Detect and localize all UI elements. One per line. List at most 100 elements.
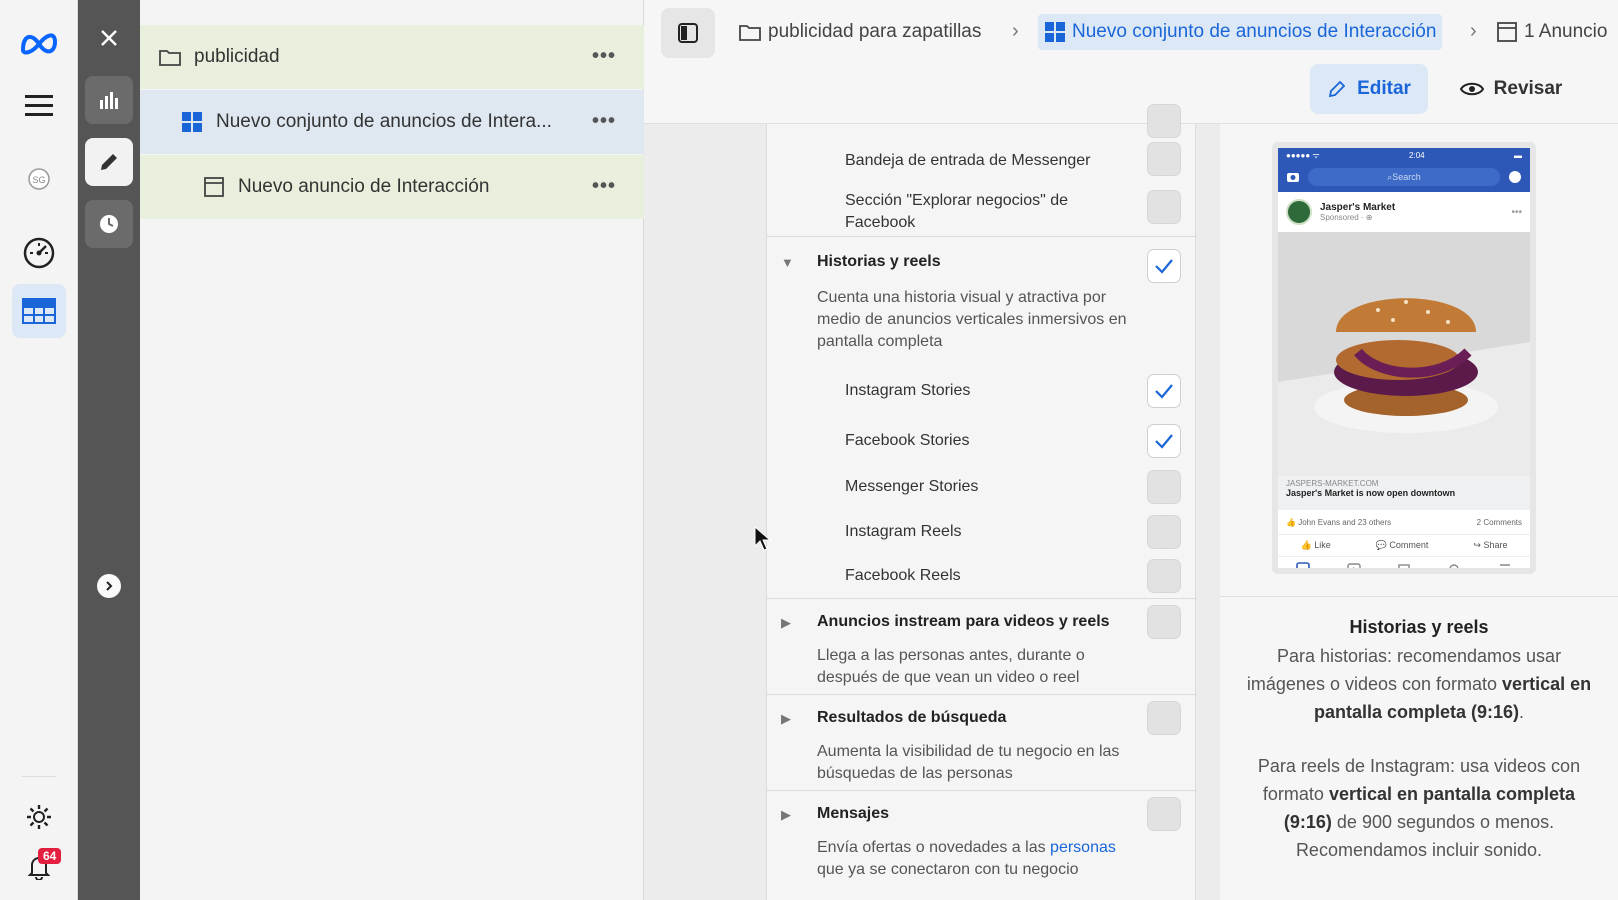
section-title: Anuncios instream para videos y reels	[817, 613, 1110, 630]
chevron-right-icon: ›	[1012, 20, 1019, 42]
svg-text:SG: SG	[32, 175, 45, 185]
breadcrumb-campaign[interactable]: publicidad para zapatillas	[738, 14, 981, 50]
checkmark-icon	[1155, 259, 1173, 274]
edit-pencil-icon[interactable]	[85, 138, 133, 186]
tree-item-label: publicidad	[194, 46, 280, 67]
sponsored-label: Sponsored · ⊕	[1320, 213, 1373, 222]
phone-nav-bar	[1278, 556, 1530, 568]
left-rail: SG 64	[0, 0, 78, 900]
share-label: Share	[1483, 540, 1508, 550]
breadcrumb-label: 1 Anuncio	[1524, 21, 1608, 42]
expand-panel-chevron-icon[interactable]	[97, 574, 121, 598]
phone-search-field: ⌕ Search	[1308, 168, 1500, 186]
ad-url: JASPERS-MARKET.COM	[1286, 479, 1379, 488]
mouse-cursor-icon	[754, 526, 772, 551]
account-avatar-icon[interactable]: SG	[12, 152, 66, 206]
comment-action: 💬 Comment	[1375, 540, 1429, 550]
history-clock-icon[interactable]	[85, 200, 133, 248]
tree-item-label: Nuevo anuncio de Interacción	[238, 176, 490, 197]
ads-manager-table-icon[interactable]	[12, 284, 66, 338]
tree-item-ad[interactable]: Nuevo anuncio de Interacción •••	[140, 155, 644, 219]
section-checkbox[interactable]	[1147, 605, 1181, 639]
edit-button[interactable]: Editar	[1310, 64, 1428, 114]
section-title: Resultados de búsqueda	[817, 709, 1007, 726]
sidebar-toggle-icon	[678, 23, 698, 43]
page-logo	[1286, 199, 1312, 225]
expand-triangle-icon[interactable]: ▶	[781, 615, 791, 631]
more-options-icon[interactable]: •••	[592, 175, 616, 198]
notification-count-badge: 64	[38, 848, 62, 864]
personas-link[interactable]: personas	[1050, 839, 1116, 856]
preview-title: Historias y reels	[1220, 596, 1618, 638]
section-description: Llega a las personas antes, durante o de…	[817, 647, 1085, 686]
section-title: Historias y reels	[817, 253, 941, 270]
section-instream: ▶ Anuncios instream para videos y reels …	[767, 598, 1197, 694]
signal-dots: ●●●●● ᯤ	[1286, 150, 1320, 160]
section-title: Mensajes	[817, 805, 890, 822]
phone-search-text: Search	[1392, 172, 1421, 182]
reactions-text: 👍 John Evans and 23 others	[1286, 517, 1392, 527]
close-icon[interactable]	[85, 14, 133, 62]
post-header: Jasper's Market Sponsored · ⊕ •••	[1278, 192, 1530, 232]
checkbox[interactable]	[1147, 190, 1181, 224]
post-actions: 👍 Like 💬 Comment ↪ Share	[1278, 534, 1530, 556]
phone-status-bar: ●●●●● ᯤ 2:04 ▬	[1278, 148, 1530, 162]
toggle-panel-button[interactable]	[661, 8, 715, 58]
settings-gear-icon[interactable]	[12, 790, 66, 844]
share-action: ↪ Share	[1473, 540, 1508, 550]
menu-icon[interactable]	[12, 78, 66, 132]
placement-label: Messenger Stories	[845, 478, 979, 495]
pencil-icon	[1328, 80, 1346, 98]
desc-text: Envía ofertas o novedades a las	[817, 839, 1046, 856]
section-checkbox[interactable]	[1147, 701, 1181, 735]
expand-triangle-icon[interactable]: ▶	[781, 807, 791, 823]
chart-bars-icon[interactable]	[85, 76, 133, 124]
collapse-triangle-icon[interactable]: ▼	[781, 255, 794, 270]
placement-label: Sección "Explorar negocios" de Facebook	[845, 192, 1069, 231]
checkbox[interactable]	[1147, 515, 1181, 549]
placement-label: Facebook Reels	[845, 567, 961, 584]
section-checkbox[interactable]	[1147, 797, 1181, 831]
expand-triangle-icon[interactable]: ▶	[781, 711, 791, 727]
review-button[interactable]: Revisar	[1452, 64, 1570, 114]
breadcrumb-adset[interactable]: Nuevo conjunto de anuncios de Interacció…	[1038, 14, 1443, 50]
placement-label: Facebook Stories	[845, 432, 970, 449]
checkbox[interactable]	[1147, 424, 1181, 458]
breadcrumb-label: Nuevo conjunto de anuncios de Interacció…	[1072, 21, 1437, 42]
checkbox[interactable]	[1147, 470, 1181, 504]
checkbox[interactable]	[1147, 374, 1181, 408]
folder-icon	[158, 45, 182, 69]
preview-paragraph-reels: Para reels de Instagram: usa videos con …	[1238, 752, 1600, 864]
checkmark-icon	[1155, 434, 1173, 449]
preview-text: de 900 segundos o menos. Recomendamos in…	[1295, 812, 1555, 860]
checkbox[interactable]	[1147, 104, 1181, 138]
comments-count: 2 Comments	[1476, 517, 1522, 527]
phone-time: 2:04	[1409, 150, 1425, 160]
campaign-tree-panel: publicidad ••• Nuevo conjunto de anuncio…	[140, 0, 644, 900]
checkbox[interactable]	[1147, 142, 1181, 176]
performance-dashboard-icon[interactable]	[12, 226, 66, 280]
tree-item-campaign[interactable]: publicidad •••	[140, 25, 644, 89]
checkbox[interactable]	[1147, 559, 1181, 593]
more-options-icon[interactable]: •••	[592, 45, 616, 68]
checkmark-icon	[1155, 384, 1173, 399]
battery-icon: ▬	[1513, 150, 1522, 160]
breadcrumb-label: publicidad para zapatillas	[768, 21, 982, 42]
top-header: publicidad para zapatillas › Nuevo conju…	[644, 0, 1618, 124]
phone-search-bar: ⌕ Search	[1278, 162, 1530, 192]
breadcrumb-ad[interactable]: 1 Anuncio	[1496, 14, 1607, 50]
reaction-row: 👍 John Evans and 23 others 2 Comments	[1278, 510, 1530, 534]
placement-label: Bandeja de entrada de Messenger	[845, 152, 1091, 169]
reactions-label: John Evans and 23 others	[1298, 517, 1392, 527]
placement-label: Instagram Reels	[845, 523, 962, 540]
video-icon	[1346, 562, 1361, 568]
meta-logo-icon[interactable]	[12, 16, 66, 70]
more-options-icon[interactable]: •••	[592, 110, 616, 133]
desc-text: que ya se conectaron con tu negocio	[817, 861, 1079, 878]
bell-icon	[1449, 563, 1459, 568]
menu-icon	[1499, 563, 1510, 568]
tree-item-adset[interactable]: Nuevo conjunto de anuncios de Intera... …	[140, 90, 644, 154]
page-name: Jasper's Market	[1320, 202, 1396, 213]
ad-window-icon	[1496, 21, 1518, 43]
section-checkbox[interactable]	[1147, 249, 1181, 283]
